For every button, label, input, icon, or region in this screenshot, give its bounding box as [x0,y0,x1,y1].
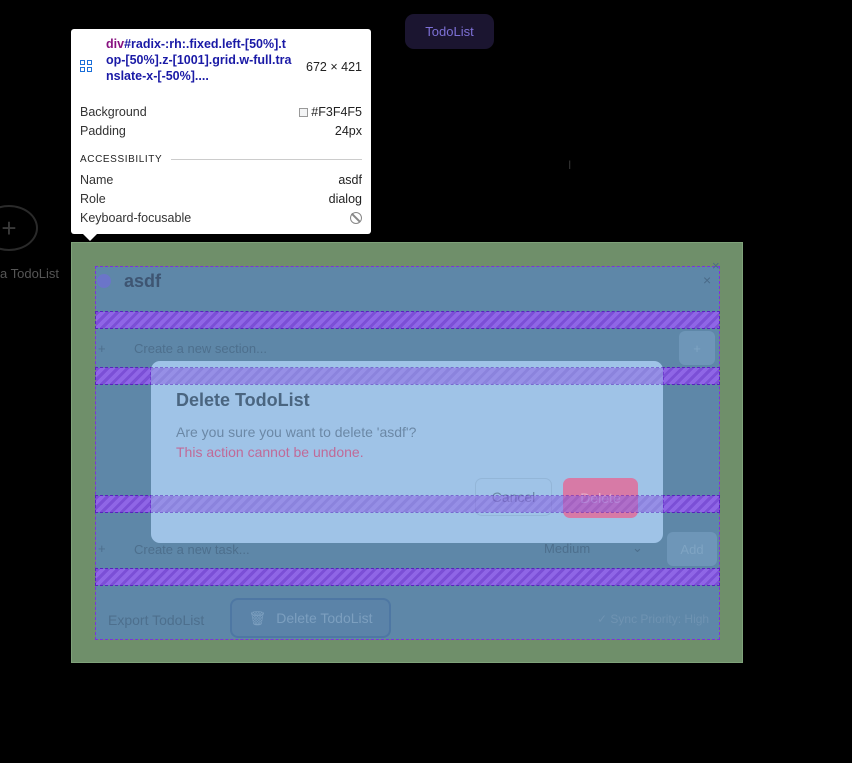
focusable-row: Keyboard-focusable [80,209,362,227]
name-value: asdf [338,173,362,187]
inspector-header: div#radix-:rh:.fixed.left-[50%].top-[50%… [80,36,362,100]
padding-stripe [150,367,664,385]
sync-priority-status: ✓ Sync Priority: High [597,612,709,626]
role-row: Role dialog [80,190,362,208]
padding-stripe [150,495,664,513]
color-swatch [299,107,309,117]
page: TodoList + a TodoList I × × asdf + Creat… [0,0,852,763]
check-icon: ✓ [597,612,608,626]
export-todolist-button[interactable]: Export TodoList [108,612,204,628]
add-task-button[interactable]: Add [667,532,717,566]
padding-value: 24px [334,124,362,138]
confirm-title: Delete TodoList [176,390,310,410]
confirm-message: Are you sure you want to delete 'asdf'? [176,424,417,440]
grid-icon [80,60,94,100]
todolist-tab[interactable]: TodoList [405,14,494,49]
element-tag: div [106,37,125,51]
plus-icon: + [1,212,17,243]
name-label: Name [80,173,114,187]
status-dot-icon [97,274,111,288]
padding-stripe [95,568,720,586]
padding-row: Padding 24px [80,122,362,140]
focusable-label: Keyboard-focusable [80,211,192,225]
sync-priority-label: Sync Priority: High [610,612,710,626]
element-selector: div#radix-:rh:.fixed.left-[50%].top-[50%… [106,36,292,100]
plus-icon: + [98,541,106,556]
dialog-inner-close-icon[interactable]: × [703,272,711,288]
delete-todolist-label: Delete TodoList [276,610,373,626]
confirm-delete-dialog: Delete TodoList Are you sure you want to… [151,361,663,543]
plus-icon: + [98,341,106,356]
new-task-input[interactable]: Create a new task... [134,542,250,557]
background-row: Background #F3F4F5 [80,103,362,121]
divider [171,159,362,160]
add-section-button[interactable]: + [679,331,715,365]
priority-select[interactable]: Medium [544,541,590,556]
confirm-warning: This action cannot be undone. [176,444,364,460]
padding-stripe [95,311,720,329]
background-value: #F3F4F5 [311,105,362,119]
not-allowed-icon [350,212,362,224]
delete-todolist-button[interactable]: 🗑 Delete TodoList [230,598,391,638]
role-label: Role [80,192,106,206]
trash-icon: 🗑 [248,609,267,626]
add-todolist-label: a TodoList [0,266,60,281]
element-selector-text: #radix-:rh:.fixed.left-[50%].top-[50%].z… [106,37,292,83]
todolist-title: asdf [124,271,162,291]
element-dimensions: 672 × 421 [306,60,362,74]
name-row: Name asdf [80,171,362,189]
padding-label: Padding [80,124,126,138]
new-section-input[interactable]: Create a new section... [134,341,267,356]
dialog-close-icon[interactable]: × [712,258,720,273]
add-todolist-button[interactable]: + [0,205,38,251]
role-value: dialog [328,192,362,206]
cursor-caret: I [568,158,572,172]
accessibility-heading: ACCESSIBILITY [80,154,163,165]
background-label: Background [80,105,147,119]
plus-icon: + [693,340,701,356]
inspector-tooltip: div#radix-:rh:.fixed.left-[50%].top-[50%… [71,29,371,241]
